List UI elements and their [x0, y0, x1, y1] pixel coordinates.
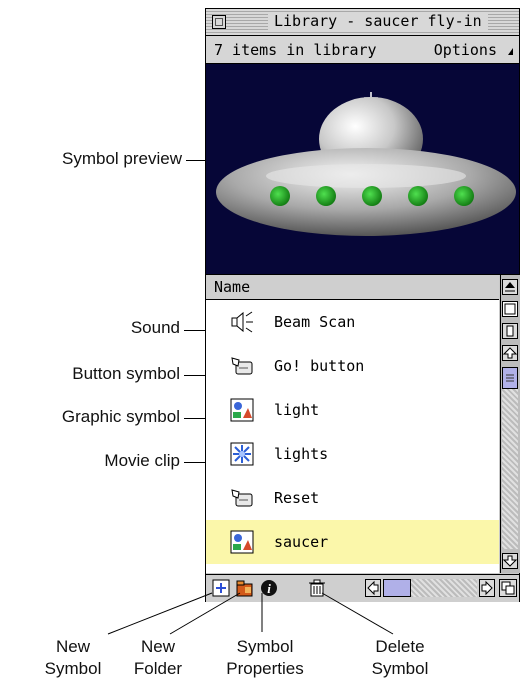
window-title: Library - saucer fly-in	[268, 12, 488, 30]
wide-state-button[interactable]	[502, 301, 518, 317]
list-item[interactable]: Go! button	[206, 344, 499, 388]
list-item[interactable]: Beam Scan	[206, 300, 499, 344]
narrow-state-button[interactable]	[502, 323, 518, 339]
callout-new-folder-line2: Folder	[133, 659, 183, 678]
graphic-symbol-icon	[230, 530, 254, 554]
item-count: 7 items in library	[214, 41, 377, 59]
arrow-up-icon	[502, 347, 518, 359]
symbol-preview	[206, 64, 519, 275]
grip-icon	[506, 374, 514, 382]
library-info-bar: 7 items in library Options	[206, 36, 519, 64]
callout-delete-symbol-line2: Symbol	[371, 659, 429, 678]
sort-order-button[interactable]	[502, 279, 518, 295]
item-label: lights	[274, 445, 329, 463]
item-label: light	[274, 401, 320, 419]
callout-new-symbol-line2: Symbol	[44, 659, 102, 678]
saucer-light	[316, 186, 336, 206]
callout-symbol-properties-line1: Symbol	[236, 637, 294, 656]
callout-new-symbol: New Symbol	[40, 636, 106, 680]
button-symbol-icon	[231, 357, 253, 375]
options-triangle-icon[interactable]	[508, 48, 513, 55]
scroll-right-button[interactable]	[479, 579, 495, 597]
horizontal-scroll-track[interactable]	[411, 579, 477, 597]
item-label: Reset	[274, 489, 320, 507]
saucer-light	[362, 186, 382, 206]
callout-delete-symbol-line1: Delete	[375, 637, 425, 656]
callout-symbol-preview: Symbol preview	[62, 149, 182, 168]
callout-symbol-properties: Symbol Properties	[220, 636, 310, 680]
item-label: Beam Scan	[274, 313, 356, 331]
scroll-track[interactable]	[502, 389, 518, 549]
vertical-scrollbar[interactable]	[500, 275, 520, 573]
movie-clip-icon	[230, 442, 254, 466]
sound-icon	[231, 311, 253, 333]
name-column-header[interactable]: Name	[206, 275, 499, 300]
narrow-panel-icon	[506, 325, 514, 337]
callout-button-symbol: Button symbol	[72, 364, 180, 383]
callout-movie-clip: Movie clip	[104, 451, 180, 470]
svg-text:i: i	[267, 581, 271, 596]
symbol-properties-button[interactable]: i	[260, 579, 278, 597]
library-window: Library - saucer fly-in 7 items in libra…	[205, 8, 520, 602]
library-item-list: Beam Scan Go! button light lights Reset …	[206, 300, 499, 573]
list-item[interactable]: lights	[206, 432, 499, 476]
callout-new-folder: New Folder	[118, 636, 198, 680]
column-header-name: Name	[214, 278, 251, 296]
arrow-down-icon	[502, 555, 518, 567]
callout-new-symbol-line1: New	[55, 637, 90, 656]
arrow-right-icon	[481, 580, 493, 596]
list-item[interactable]: light	[206, 388, 499, 432]
delete-symbol-button[interactable]	[308, 579, 326, 597]
item-label: saucer	[274, 533, 329, 551]
title-bar[interactable]: Library - saucer fly-in	[206, 9, 519, 36]
scroll-up-button[interactable]	[502, 345, 518, 361]
callout-delete-symbol: Delete Symbol	[360, 636, 440, 680]
resize-icon	[501, 581, 515, 595]
resize-box[interactable]	[499, 579, 517, 597]
saucer-preview-image	[216, 92, 516, 236]
saucer-light	[270, 186, 290, 206]
scroll-left-button[interactable]	[365, 579, 381, 597]
graphic-symbol-icon	[230, 398, 254, 422]
list-item[interactable]: Reset	[206, 476, 499, 520]
saucer-light	[408, 186, 428, 206]
item-label: Go! button	[274, 357, 365, 375]
list-item[interactable]: saucer	[206, 520, 499, 564]
arrow-left-icon	[367, 580, 379, 596]
callout-symbol-properties-line2: Properties	[226, 659, 304, 678]
wide-panel-icon	[504, 303, 516, 315]
horizontal-scroll-thumb[interactable]	[383, 579, 411, 597]
saucer-light	[454, 186, 474, 206]
scroll-down-button[interactable]	[502, 553, 518, 569]
close-box-icon[interactable]	[212, 15, 226, 29]
callout-sound: Sound	[130, 318, 180, 337]
callout-new-folder-line1: New	[140, 637, 175, 656]
sort-triangle-icon	[505, 282, 515, 292]
options-menu[interactable]: Options	[434, 41, 497, 59]
scroll-thumb[interactable]	[502, 367, 518, 389]
library-bottom-toolbar: i	[206, 574, 519, 602]
callout-graphic-symbol: Graphic symbol	[61, 407, 180, 426]
new-folder-button[interactable]	[236, 579, 254, 597]
callout-line-symbol-preview	[186, 160, 205, 161]
button-symbol-icon	[231, 489, 253, 507]
new-symbol-button[interactable]	[212, 579, 230, 597]
